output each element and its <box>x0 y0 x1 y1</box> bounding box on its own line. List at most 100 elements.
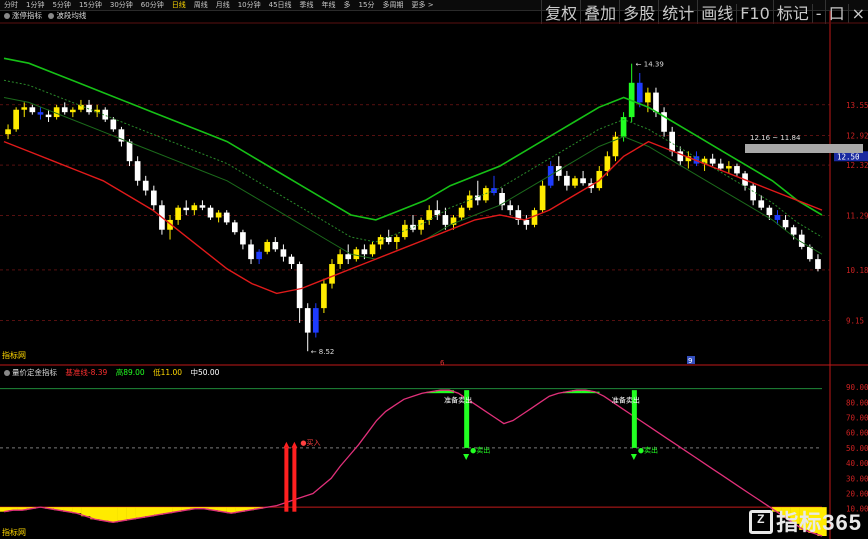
candle-body <box>110 119 117 130</box>
main-y-tick: 9.15 <box>846 316 864 325</box>
sub-low-fill <box>126 507 136 520</box>
sub-l2-value: 89.00 <box>123 368 145 377</box>
sub-y-tick: 80.00 <box>846 398 868 407</box>
x-marker: 9 <box>688 357 692 365</box>
watermark-text: 指标365 <box>776 510 862 535</box>
main-y-tick: 12.92 <box>846 132 868 141</box>
candle-body <box>572 178 578 186</box>
candle-body <box>337 254 343 265</box>
candle-body <box>150 190 157 206</box>
chart-canvas[interactable]: 13.55 12.92 12.32 11.29 10.18 9.15 12.50 12.16 … <box>0 0 868 539</box>
sub-y-tick: 20.00 <box>846 489 868 498</box>
candle-body <box>272 241 279 250</box>
sub-low-fill <box>144 507 155 517</box>
candle-body <box>288 256 295 265</box>
prepare-sell-label: 准备卖出 <box>444 395 472 404</box>
candle-body <box>645 92 651 103</box>
candle-body <box>256 251 262 260</box>
sub-l1-label: 基准线 <box>65 368 88 377</box>
candle-body <box>758 200 765 208</box>
sub-y-tick: 70.00 <box>846 414 868 423</box>
candle-body <box>377 237 384 245</box>
candle-body <box>353 249 360 260</box>
watermark-logo: Z 指标365 <box>749 505 862 537</box>
sub-l3-label: 低 <box>153 368 161 377</box>
sell-arrow-icon <box>630 453 637 461</box>
candle-body <box>815 259 821 269</box>
candle-body <box>280 249 287 257</box>
x-marker: 6 <box>440 359 445 367</box>
candle-body <box>29 107 36 113</box>
candle-body <box>61 107 68 113</box>
candle-body <box>507 205 514 211</box>
sub-low-fill <box>108 507 118 523</box>
buy-label: ●买入 <box>300 439 320 447</box>
candle-body <box>669 131 676 152</box>
candle-body <box>126 141 133 162</box>
sub-indicator-name[interactable]: 量价定金指标 <box>12 368 57 377</box>
logo-icon: Z <box>749 510 774 535</box>
candle-body <box>483 188 489 201</box>
sub-y-tick: 60.00 <box>846 429 868 438</box>
candle-body <box>142 180 149 191</box>
sell-label: ●卖出 <box>470 445 490 454</box>
low-price-label: ← 8.52 <box>311 348 335 356</box>
candle-body <box>580 178 586 184</box>
high-price-label: ← 14.39 <box>636 61 664 69</box>
candle-body <box>45 114 52 118</box>
candle-body <box>717 163 724 169</box>
sub-l4-value: 50.00 <box>197 368 220 377</box>
candle-body <box>790 227 797 235</box>
candle-body <box>5 129 11 135</box>
sub-l3-value: 11.00 <box>160 368 183 377</box>
buy-arrow-icon <box>291 441 298 448</box>
main-y-tick: 13.55 <box>846 101 868 110</box>
candle-body <box>766 207 773 216</box>
candle-body <box>304 308 311 333</box>
main-y-tick: 12.32 <box>846 161 868 170</box>
buy-arrow-icon <box>283 441 290 448</box>
sub-low-fill <box>99 507 109 521</box>
candle-body <box>734 166 740 174</box>
candle-body <box>183 207 190 211</box>
candle-body <box>418 219 424 230</box>
candle-body <box>458 207 465 218</box>
candle-body <box>175 207 181 220</box>
candle-body <box>240 232 246 245</box>
main-left-label: 指标网 <box>2 350 26 360</box>
prepare-sell-label: 准备卖出 <box>612 395 640 404</box>
candle-body <box>361 249 368 255</box>
candle-body <box>531 210 538 225</box>
candle-body <box>385 237 392 242</box>
candle-body <box>321 283 327 309</box>
sub-y-tick: 90.00 <box>846 383 868 392</box>
sub-low-fill <box>117 507 127 521</box>
candle-body <box>134 161 141 181</box>
sub-low-fill <box>90 507 100 520</box>
candle-body <box>442 215 449 225</box>
main-y-tick: 11.29 <box>846 212 868 221</box>
candle-body <box>223 212 230 223</box>
sub-l1-value: -8.39 <box>87 368 108 377</box>
sub-y-tick: 40.00 <box>846 459 868 468</box>
candle-body <box>207 207 214 218</box>
sub-left-label: 指标网 <box>2 527 26 537</box>
candle-body <box>13 109 19 130</box>
candle-body <box>604 156 611 171</box>
sub-indicator-bar: 量价定金指标 基准线-8.39 高89.00 低11.00 中50.00 <box>0 367 219 379</box>
candle-body <box>369 244 376 255</box>
sell-arrow-icon <box>463 453 470 461</box>
candle-body <box>329 264 335 284</box>
candle-body <box>393 237 400 242</box>
candle-body <box>199 205 206 208</box>
range-band <box>745 144 863 153</box>
candle-body <box>345 254 352 260</box>
candle-body <box>215 212 222 218</box>
candle-body <box>782 219 789 228</box>
candle-body <box>709 158 716 164</box>
candle-body <box>264 241 271 252</box>
candle-body <box>312 308 319 333</box>
candle-body <box>191 205 198 211</box>
candle-body <box>774 215 781 220</box>
indicator-dot-icon[interactable] <box>4 370 10 376</box>
